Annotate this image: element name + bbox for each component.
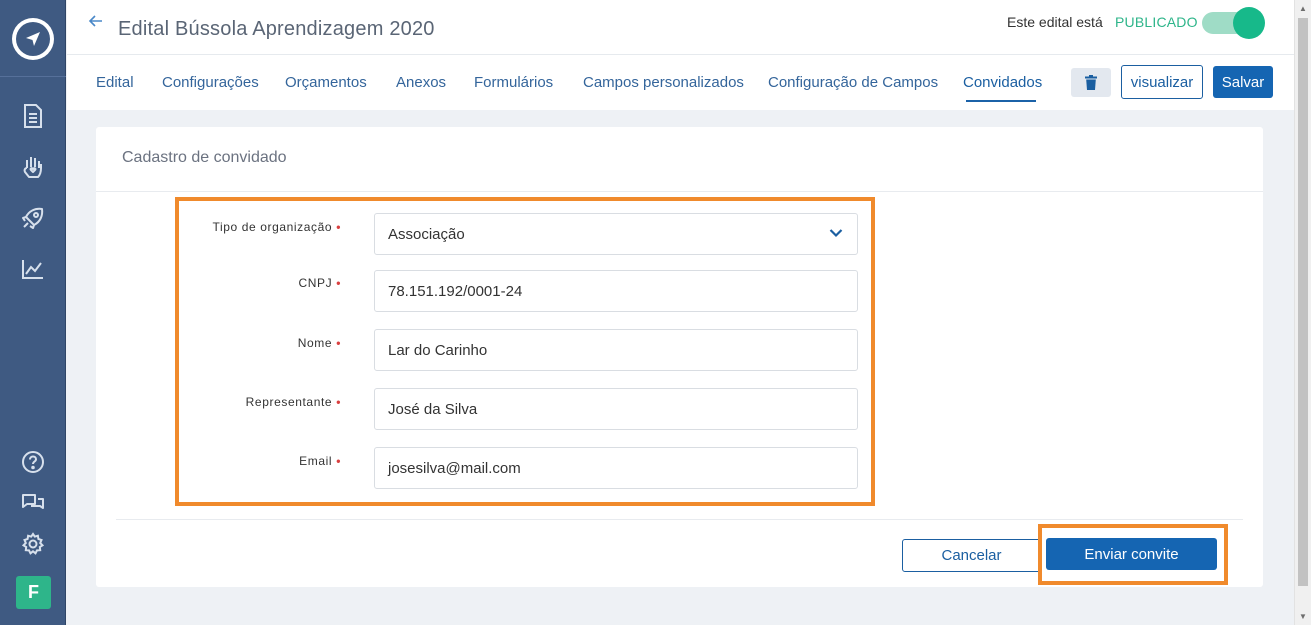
select-value: Associação	[388, 225, 465, 243]
back-arrow-icon[interactable]	[87, 12, 105, 30]
settings-icon[interactable]	[19, 530, 47, 558]
view-button[interactable]: visualizar	[1121, 65, 1203, 99]
document-icon[interactable]	[19, 102, 47, 130]
save-button[interactable]: Salvar	[1213, 66, 1273, 98]
chart-icon[interactable]	[19, 255, 47, 283]
email-field[interactable]: josesilva@mail.com	[374, 447, 858, 489]
page-header: Edital Bússola Aprendizagem 2020 Este ed…	[67, 0, 1294, 110]
vertical-scrollbar[interactable]: ▲ ▼	[1294, 0, 1311, 625]
required-marker: •	[336, 336, 341, 350]
required-marker: •	[336, 454, 341, 468]
label-text: Representante	[245, 395, 333, 409]
tab-configuracoes[interactable]: Configurações	[162, 74, 259, 91]
required-marker: •	[336, 276, 341, 290]
sidebar-divider	[0, 76, 66, 77]
input-value: josesilva@mail.com	[388, 459, 521, 477]
field-label-representante: Representante •	[96, 395, 341, 409]
label-text: Tipo de organização	[212, 220, 333, 234]
sidebar: F	[0, 0, 66, 625]
scroll-up-icon[interactable]: ▲	[1295, 0, 1311, 17]
help-icon[interactable]	[19, 448, 47, 476]
input-value: Lar do Carinho	[388, 341, 488, 359]
field-label-email: Email •	[96, 454, 341, 468]
hand-heart-icon[interactable]	[19, 153, 47, 181]
tab-anexos[interactable]: Anexos	[396, 74, 446, 91]
footer-divider	[116, 519, 1243, 520]
required-marker: •	[336, 395, 341, 409]
organization-type-select[interactable]: Associação	[374, 213, 858, 255]
cancel-button[interactable]: Cancelar	[902, 539, 1041, 572]
scroll-thumb[interactable]	[1298, 18, 1308, 586]
page-title: Edital Bússola Aprendizagem 2020	[118, 18, 435, 40]
tab-configuracao-de-campos[interactable]: Configuração de Campos	[768, 74, 938, 91]
tab-edital[interactable]: Edital	[96, 74, 134, 91]
label-text: Nome	[297, 336, 333, 350]
required-marker: •	[336, 220, 341, 234]
toggle-knob	[1233, 7, 1265, 39]
rocket-icon[interactable]	[19, 204, 47, 232]
publish-toggle[interactable]	[1202, 7, 1265, 39]
avatar[interactable]: F	[16, 576, 51, 609]
input-value: José da Silva	[388, 400, 478, 418]
tab-convidados[interactable]: Convidados	[963, 74, 1042, 91]
tab-campos-personalizados[interactable]: Campos personalizados	[583, 74, 744, 91]
logo-compass-icon[interactable]	[12, 18, 54, 60]
field-label-tipo: Tipo de organização •	[96, 220, 341, 234]
chat-icon[interactable]	[19, 489, 47, 517]
delete-button[interactable]	[1071, 68, 1111, 97]
representative-field[interactable]: José da Silva	[374, 388, 858, 430]
label-text: CNPJ	[298, 276, 333, 290]
card-title: Cadastro de convidado	[122, 149, 287, 166]
label-text: Email	[299, 454, 333, 468]
guest-form-card: Cadastro de convidado Tipo de organizaçã…	[96, 127, 1263, 587]
chevron-down-icon	[829, 229, 843, 238]
scroll-down-icon[interactable]: ▼	[1295, 608, 1311, 625]
header-divider	[67, 54, 1294, 55]
field-label-nome: Nome •	[96, 336, 341, 350]
trash-icon	[1085, 75, 1097, 90]
send-invite-button[interactable]: Enviar convite	[1046, 538, 1217, 570]
tab-orcamentos[interactable]: Orçamentos	[285, 74, 367, 91]
field-label-cnpj: CNPJ •	[96, 276, 341, 290]
card-divider	[96, 191, 1263, 192]
status-label: Este edital está	[1007, 14, 1103, 30]
status-badge: PUBLICADO	[1115, 14, 1198, 30]
name-field[interactable]: Lar do Carinho	[374, 329, 858, 371]
cnpj-field[interactable]: 78.151.192/0001-24	[374, 270, 858, 312]
input-value: 78.151.192/0001-24	[388, 282, 523, 300]
active-tab-indicator	[966, 100, 1036, 102]
tab-formularios[interactable]: Formulários	[474, 74, 553, 91]
